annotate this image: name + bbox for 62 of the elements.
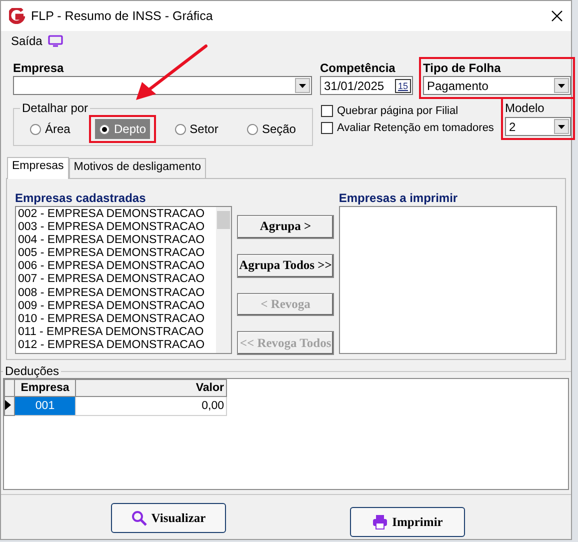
radio-option[interactable]: Depto	[94, 119, 150, 139]
date-field[interactable]: 31/01/2025 15	[320, 76, 413, 95]
checkbox[interactable]	[321, 105, 333, 117]
checkbox[interactable]	[321, 122, 333, 134]
list-item[interactable]: 011 - EMPRESA DEMONSTRACAO	[18, 326, 214, 339]
field-label: Modelo	[505, 101, 546, 115]
model-dropdown[interactable]: 2	[505, 117, 571, 136]
field-label: Empresa	[13, 61, 65, 75]
print-button[interactable]: Imprimir	[350, 507, 465, 537]
field-label: Tipo de Folha	[423, 61, 502, 75]
preview-button[interactable]: Visualizar	[111, 503, 226, 533]
menu-item[interactable]: Saída	[11, 34, 42, 48]
company-dropdown[interactable]	[13, 76, 312, 95]
monitor-icon[interactable]	[48, 35, 64, 47]
list-item[interactable]: 003 - EMPRESA DEMONSTRACAO	[18, 221, 214, 234]
checkbox-label[interactable]: Quebrar página por Filial	[321, 105, 493, 117]
list-title: Empresas cadastradas	[15, 191, 147, 205]
tab[interactable]: Empresas	[7, 157, 69, 179]
list-item[interactable]: 012 - EMPRESA DEMONSTRACAO	[18, 338, 214, 352]
list-title: Empresas a imprimir	[338, 191, 459, 205]
sheet-type-dropdown[interactable]: Pagamento	[423, 76, 571, 95]
radio-button[interactable]	[174, 124, 186, 134]
checkbox-label[interactable]: Avaliar Retenção em tomadores	[321, 122, 493, 134]
action-button[interactable]: Agrupa Todos >>	[237, 254, 334, 278]
row-pointer-icon	[5, 400, 11, 410]
table-cell[interactable]: 001	[14, 396, 76, 416]
list-item[interactable]: 004 - EMPRESA DEMONSTRACAO	[18, 234, 214, 248]
calendar-icon[interactable]: 15	[395, 78, 411, 92]
column-header[interactable]: Empresa	[14, 380, 76, 396]
list-item[interactable]: 002 - EMPRESA DEMONSTRACAO	[18, 208, 214, 222]
dropdown-button[interactable]	[295, 78, 310, 93]
dropdown-button[interactable]	[554, 119, 569, 134]
list-box[interactable]	[15, 206, 232, 354]
radio-option[interactable]: Setor	[170, 119, 222, 139]
printer-icon	[372, 514, 388, 530]
list-item[interactable]: 006 - EMPRESA DEMONSTRACAO	[18, 260, 214, 274]
list-item[interactable]: 005 - EMPRESA DEMONSTRACAO	[18, 247, 214, 260]
column-header[interactable]: Valor	[76, 380, 226, 396]
app-logo-icon	[9, 8, 25, 24]
dropdown-button[interactable]	[554, 78, 569, 93]
radio-option[interactable]: Área	[26, 119, 74, 139]
group-label: Detalhar por	[21, 101, 90, 115]
field-label: Competência	[320, 61, 396, 75]
list-item[interactable]: 009 - EMPRESA DEMONSTRACAO	[18, 300, 214, 313]
window-title: FLP - Resumo de INSS - Gráfica	[31, 9, 214, 23]
search-icon	[131, 510, 148, 526]
radio-option[interactable]: Seção	[242, 119, 300, 139]
list-item[interactable]: 007 - EMPRESA DEMONSTRACAO	[18, 273, 214, 287]
scrollbar[interactable]	[216, 207, 232, 353]
tab[interactable]: Motivos de desligamento	[68, 158, 206, 178]
list-item[interactable]: 008 - EMPRESA DEMONSTRACAO	[18, 286, 214, 300]
action-button[interactable]: Agrupa >	[237, 215, 334, 239]
radio-button[interactable]	[30, 124, 41, 134]
radio-button[interactable]	[246, 124, 258, 134]
group-label: Deduções	[4, 364, 60, 378]
close-icon[interactable]	[551, 10, 563, 22]
caret-icon	[558, 84, 565, 88]
caret-icon	[558, 124, 565, 128]
caret-icon	[299, 84, 306, 88]
radio-button[interactable]	[98, 124, 110, 134]
table-cell[interactable]: 0,00	[76, 396, 226, 416]
list-item[interactable]: 010 - EMPRESA DEMONSTRACAO	[18, 312, 214, 326]
